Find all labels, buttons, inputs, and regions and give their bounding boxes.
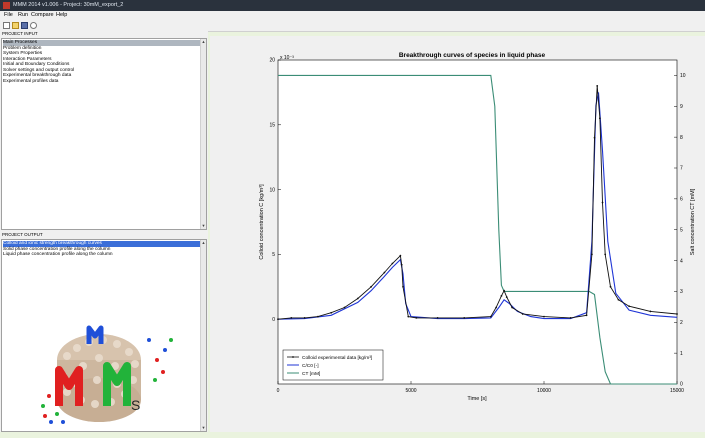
scroll-up-arrow-icon[interactable]: ▲: [201, 39, 206, 45]
project-output-panel: PROJECT OUTPUT Colloid and ionic strengt…: [0, 231, 208, 432]
series-point: [415, 317, 418, 319]
series-point: [290, 317, 293, 319]
new-file-icon[interactable]: [3, 22, 10, 29]
menu-compare[interactable]: Compare: [31, 12, 54, 19]
x-tick-label: 5000: [405, 388, 416, 394]
project-input-list[interactable]: Main Processes Problem definition System…: [1, 38, 207, 230]
input-item-experimental-profiles[interactable]: Experimental profiles data: [3, 79, 58, 85]
series-point: [400, 263, 403, 266]
scroll-up-arrow-icon[interactable]: ▲: [201, 240, 206, 246]
y-right-tick-label: 7: [680, 166, 683, 172]
series-point: [628, 305, 631, 308]
app-icon: [3, 2, 10, 9]
series-point: [407, 315, 410, 318]
window-titlebar: MMM 2014 v1.006 - Project: 30mM_export_2: [0, 0, 705, 11]
logo-letter-s: S: [131, 397, 140, 413]
project-output-title: PROJECT OUTPUT: [2, 232, 43, 237]
y-right-tick-label: 0: [680, 382, 683, 388]
legend-entry-ct: CT [mM]: [302, 371, 320, 377]
series-point: [436, 317, 439, 319]
series-point: [503, 289, 505, 292]
project-output-scrollbar[interactable]: ▲ ▼: [200, 240, 206, 431]
project-output-list[interactable]: Colloid and ionic strength breakthrough …: [1, 239, 207, 432]
x-tick-label: 0: [277, 388, 280, 394]
series-point: [500, 294, 503, 297]
y-right-tick-label: 1: [680, 351, 683, 357]
legend-entry-experimental: Colloid experimental data [kg/m³]: [302, 355, 372, 361]
series-point: [569, 317, 572, 319]
series-point: [402, 285, 404, 288]
y-left-tick-label: 0: [272, 317, 275, 323]
y-right-tick-label: 6: [680, 197, 683, 203]
series-point: [303, 317, 306, 319]
series-point: [590, 253, 593, 256]
series-point: [383, 271, 386, 274]
chart-title: Breakthrough curves of species in liquid…: [399, 52, 546, 59]
series-point: [505, 296, 508, 299]
series-point: [601, 201, 604, 204]
y-left-tick-label: 5: [272, 252, 275, 258]
menu-run[interactable]: Run: [18, 12, 28, 19]
scroll-down-arrow-icon[interactable]: ▼: [201, 223, 206, 229]
series-point: [511, 306, 513, 309]
y-right-tick-label: 2: [680, 320, 683, 326]
plot-area: Breakthrough curves of species in liquid…: [210, 36, 705, 432]
series-point: [463, 317, 466, 319]
series-point: [521, 313, 524, 315]
series-point: [489, 315, 492, 318]
y-right-tick-label: 8: [680, 135, 683, 141]
series-point: [330, 311, 333, 314]
status-bar: [0, 432, 705, 438]
series-point: [617, 298, 620, 301]
series-point: [317, 315, 319, 318]
x-tick-label: 10000: [537, 388, 551, 394]
scroll-down-arrow-icon[interactable]: ▼: [201, 425, 206, 431]
y-axis-right-label: Salt concentration CT [mM]: [690, 188, 696, 255]
y-right-tick-label: 5: [680, 227, 683, 233]
y-right-tick-label: 4: [680, 258, 683, 264]
mmm-logo: S: [41, 325, 173, 424]
series-point: [598, 117, 601, 120]
menu-help[interactable]: Help: [56, 12, 67, 19]
y-left-tick-label: 15: [269, 123, 275, 129]
y-left-tick-label: 20: [269, 58, 275, 64]
series-point: [596, 85, 599, 87]
menu-file[interactable]: File: [4, 12, 13, 19]
series-point: [399, 254, 402, 257]
legend-entry-c-c0: C/C0 [-]: [302, 363, 319, 369]
series-point: [370, 285, 372, 288]
chart-legend: Colloid experimental data [kg/m³] C/C0 […: [282, 349, 384, 381]
y-left-tick-label: 10: [269, 187, 275, 193]
project-input-panel: PROJECT INPUT Main Processes Problem def…: [0, 31, 208, 231]
series-point: [391, 262, 394, 265]
series-point: [356, 297, 359, 300]
series-point: [343, 306, 346, 309]
x-axis-label: Time [s]: [467, 396, 487, 402]
series-point: [604, 253, 607, 256]
save-icon[interactable]: [21, 22, 28, 29]
series-point: [593, 136, 596, 139]
y-right-tick-label: 9: [680, 104, 683, 110]
series-point: [277, 318, 279, 321]
series-point: [585, 314, 588, 317]
project-input-title: PROJECT INPUT: [2, 31, 38, 36]
menu-bar: File Run Compare Help: [0, 11, 705, 20]
series-point: [495, 306, 498, 309]
run-icon[interactable]: [30, 22, 37, 29]
series-point: [543, 315, 545, 318]
series-point: [649, 310, 652, 313]
y-axis-left-label: Colloid concentration C [kg/m³]: [259, 184, 265, 260]
series-point: [609, 285, 612, 288]
series-point: [676, 313, 678, 315]
plot-frame: [277, 59, 678, 385]
y-right-tick-label: 3: [680, 289, 683, 295]
project-input-scrollbar[interactable]: ▲ ▼: [200, 39, 206, 229]
output-item-liquid-phase-profile[interactable]: Liquid phase concentration profile along…: [3, 252, 113, 258]
y-right-tick-label: 10: [680, 73, 686, 79]
breakthrough-chart: Breakthrough curves of species in liquid…: [259, 52, 696, 402]
open-folder-icon[interactable]: [12, 22, 19, 29]
x-tick-label: 15000: [670, 388, 684, 394]
window-title: MMM 2014 v1.006 - Project: 30mM_export_2: [13, 2, 124, 8]
